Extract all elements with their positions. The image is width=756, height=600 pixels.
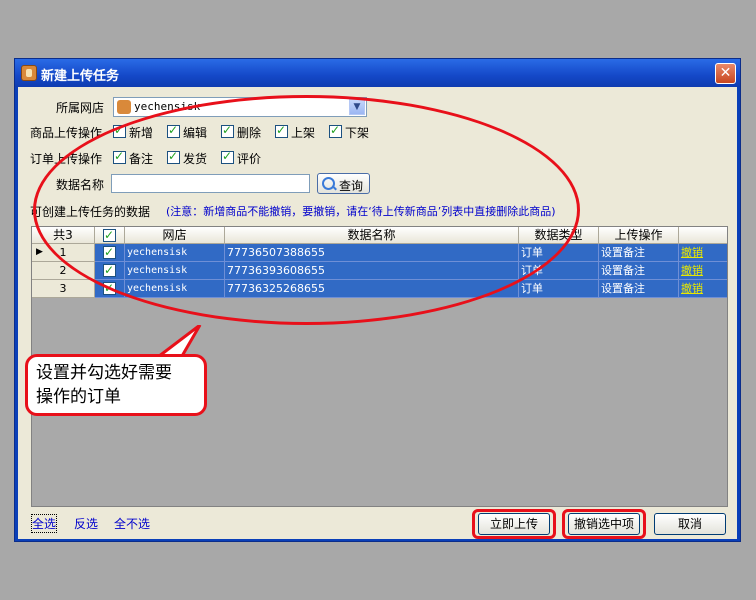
title-bar[interactable]: 新建上传任务 ✕ <box>15 59 740 87</box>
row-revoke-cell[interactable]: 撤销 <box>679 244 727 262</box>
row-revoke-link[interactable]: 撤销 <box>681 282 703 295</box>
name-search-input[interactable] <box>111 174 310 193</box>
row-revoke-link[interactable]: 撤销 <box>681 264 703 277</box>
row-op: 设置备注 <box>599 280 679 298</box>
row-type: 订单 <box>519 262 599 280</box>
product-op-add-checkbox[interactable] <box>113 123 126 138</box>
callout-text: 设置并勾选好需要 操作的订单 <box>36 361 172 409</box>
header-count: 共3 <box>32 227 95 244</box>
table-row[interactable]: ▶1 yechensisk 77736507388655 订单 设置备注 撤销 <box>32 244 727 262</box>
store-label: 所属网店 <box>56 101 105 115</box>
table-row[interactable]: 2 yechensisk 77736393608655 订单 设置备注 撤销 <box>32 262 727 280</box>
chevron-down-icon[interactable]: ▼ <box>349 99 365 115</box>
product-op-edit-checkbox[interactable] <box>167 123 180 138</box>
header-store[interactable]: 网店 <box>125 227 225 244</box>
select-none-link[interactable]: 全不选 <box>114 515 150 532</box>
row-name: 77736507388655 <box>225 244 519 262</box>
row-checkbox-cell[interactable] <box>95 244 125 262</box>
invert-selection-link[interactable]: 反选 <box>74 515 98 532</box>
row-op: 设置备注 <box>599 244 679 262</box>
upload-task-dialog: 新建上传任务 ✕ 所属网店 yechensisk ▼ 商品上传操作 新增 编辑 … <box>14 58 741 542</box>
search-icon <box>322 177 335 190</box>
product-op-delist-checkbox[interactable] <box>329 123 342 138</box>
query-button-label: 查询 <box>339 179 364 193</box>
product-op-list-checkbox[interactable] <box>275 123 288 138</box>
row-checkbox[interactable] <box>103 280 116 297</box>
cancel-selected-button[interactable]: 撤销选中项 <box>568 513 640 535</box>
header-select-all[interactable] <box>95 227 125 244</box>
order-op-ship-checkbox[interactable] <box>167 149 180 164</box>
row-store: yechensisk <box>125 244 225 262</box>
product-op-add-label: 新增 <box>129 126 154 140</box>
row-revoke-cell[interactable]: 撤销 <box>679 262 727 280</box>
header-name[interactable]: 数据名称 <box>225 227 519 244</box>
order-op-review-checkbox[interactable] <box>221 149 234 164</box>
grid-note: (注意：新增商品不能撤销，要撤销，请在‘待上传新商品’列表中直接删除此商品) <box>166 205 556 218</box>
row-name: 77736325268655 <box>225 280 519 298</box>
row-type: 订单 <box>519 244 599 262</box>
row-index[interactable]: 3 <box>32 280 95 298</box>
store-value: yechensisk <box>134 100 201 113</box>
row-revoke-link[interactable]: 撤销 <box>681 246 703 259</box>
store-icon <box>117 100 131 114</box>
order-op-remark-label: 备注 <box>129 152 154 166</box>
table-row[interactable]: 3 yechensisk 77736325268655 订单 设置备注 撤销 <box>32 280 727 298</box>
row-op: 设置备注 <box>599 262 679 280</box>
select-all-link[interactable]: 全选 <box>30 514 58 533</box>
product-op-delete-checkbox[interactable] <box>221 123 234 138</box>
row-checkbox-cell[interactable] <box>95 280 125 298</box>
grid-header: 共3 网店 数据名称 数据类型 上传操作 <box>32 227 727 244</box>
order-op-remark-checkbox[interactable] <box>113 149 126 164</box>
window-title: 新建上传任务 <box>41 69 120 84</box>
grid-title: 可创建上传任务的数据 <box>30 205 151 219</box>
order-op-ship-label: 发货 <box>183 152 208 166</box>
header-type[interactable]: 数据类型 <box>519 227 599 244</box>
dialog-body: 所属网店 yechensisk ▼ 商品上传操作 新增 编辑 删除 上架 下架 … <box>18 87 737 539</box>
header-op[interactable]: 上传操作 <box>599 227 679 244</box>
row-store: yechensisk <box>125 262 225 280</box>
row-checkbox-cell[interactable] <box>95 262 125 280</box>
callout-line-1: 设置并勾选好需要 <box>36 363 172 383</box>
query-button[interactable]: 查询 <box>317 173 370 194</box>
order-op-review-label: 评价 <box>237 152 262 166</box>
row-name: 77736393608655 <box>225 262 519 280</box>
header-action <box>679 227 727 244</box>
row-index[interactable]: 2 <box>32 262 95 280</box>
product-op-delete-label: 删除 <box>237 126 262 140</box>
row-index-label: 1 <box>59 246 67 259</box>
current-row-arrow-icon: ▶ <box>36 247 43 257</box>
row-type: 订单 <box>519 280 599 298</box>
upload-now-button[interactable]: 立即上传 <box>478 513 550 535</box>
product-op-delist-label: 下架 <box>345 126 370 140</box>
close-button[interactable]: ✕ <box>715 63 736 84</box>
app-icon <box>21 65 37 81</box>
row-checkbox[interactable] <box>103 262 116 279</box>
product-op-edit-label: 编辑 <box>183 126 208 140</box>
product-ops-label: 商品上传操作 <box>30 126 103 140</box>
callout-line-2: 操作的订单 <box>36 387 121 407</box>
cancel-button[interactable]: 取消 <box>654 513 726 535</box>
row-checkbox[interactable] <box>103 244 116 261</box>
header-checkbox[interactable] <box>103 227 116 243</box>
product-op-list-label: 上架 <box>291 126 316 140</box>
store-select[interactable]: yechensisk ▼ <box>113 97 367 117</box>
order-ops-label: 订单上传操作 <box>30 152 103 166</box>
row-store: yechensisk <box>125 280 225 298</box>
row-revoke-cell[interactable]: 撤销 <box>679 280 727 298</box>
name-label: 数据名称 <box>56 178 105 192</box>
callout-box: 设置并勾选好需要 操作的订单 <box>25 354 207 416</box>
row-index[interactable]: ▶ 1 <box>32 244 95 262</box>
